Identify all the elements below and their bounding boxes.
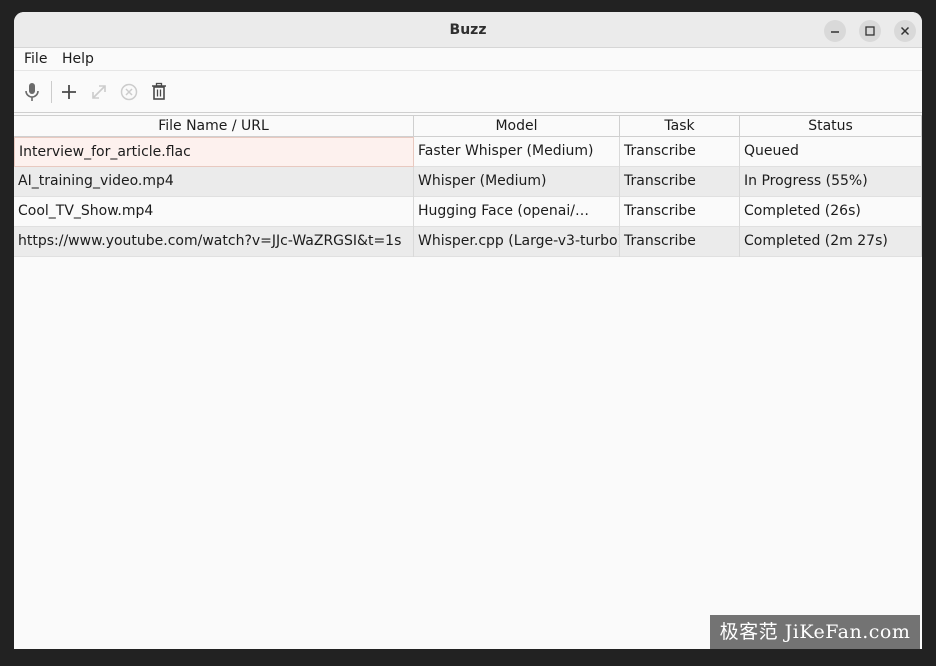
table-row[interactable]: Cool_TV_Show.mp4 Hugging Face (openai/… … [14, 197, 922, 227]
cell-model[interactable]: Hugging Face (openai/… [414, 197, 620, 227]
table-row[interactable]: https://www.youtube.com/watch?v=JJc-WaZR… [14, 227, 922, 257]
maximize-button[interactable] [859, 20, 881, 42]
minimize-button[interactable] [824, 20, 846, 42]
table-header: File Name / URL Model Task Status [14, 115, 922, 137]
add-file-button[interactable] [57, 80, 81, 104]
cell-model[interactable]: Whisper (Medium) [414, 167, 620, 197]
table-row[interactable]: AI_training_video.mp4 Whisper (Medium) T… [14, 167, 922, 197]
microphone-icon [25, 83, 39, 101]
app-window: Buzz File Help File Name / URL Model Tas… [14, 12, 922, 649]
trash-icon [152, 82, 166, 100]
menu-file[interactable]: File [24, 50, 47, 68]
minimize-icon [831, 31, 839, 33]
watermark: 极客范 JiKeFan.com [710, 615, 920, 649]
cell-file[interactable]: https://www.youtube.com/watch?v=JJc-WaZR… [14, 227, 414, 257]
menu-bar: File Help [14, 48, 922, 71]
close-button[interactable] [894, 20, 916, 42]
table-row[interactable]: Interview_for_article.flac Faster Whispe… [14, 137, 922, 167]
cancel-icon [120, 83, 138, 101]
open-transcript-button[interactable] [87, 80, 111, 104]
cell-task[interactable]: Transcribe [620, 167, 740, 197]
menu-help[interactable]: Help [62, 50, 94, 68]
delete-button[interactable] [147, 80, 171, 104]
cell-task[interactable]: Transcribe [620, 197, 740, 227]
toolbar [14, 71, 922, 113]
toolbar-separator [51, 81, 52, 103]
window-title: Buzz [449, 22, 487, 38]
transcription-table: File Name / URL Model Task Status Interv… [14, 115, 922, 257]
add-icon [62, 85, 76, 99]
cell-task[interactable]: Transcribe [620, 227, 740, 257]
column-header-file[interactable]: File Name / URL [14, 116, 414, 137]
cell-file[interactable]: Interview_for_article.flac [14, 137, 414, 167]
column-header-model[interactable]: Model [414, 116, 620, 137]
cell-status[interactable]: Completed (26s) [740, 197, 922, 227]
cell-file[interactable]: Cool_TV_Show.mp4 [14, 197, 414, 227]
close-icon [900, 26, 910, 36]
column-header-task[interactable]: Task [620, 116, 740, 137]
cell-model[interactable]: Whisper.cpp (Large-v3-turbo) [414, 227, 620, 257]
cancel-transcription-button[interactable] [117, 80, 141, 104]
maximize-icon [865, 26, 875, 36]
record-button[interactable] [20, 80, 44, 104]
column-header-status[interactable]: Status [740, 116, 922, 137]
cell-model[interactable]: Faster Whisper (Medium) [414, 137, 620, 167]
cell-file[interactable]: AI_training_video.mp4 [14, 167, 414, 197]
expand-icon [92, 85, 106, 99]
cell-status[interactable]: In Progress (55%) [740, 167, 922, 197]
cell-status[interactable]: Completed (2m 27s) [740, 227, 922, 257]
cell-status[interactable]: Queued [740, 137, 922, 167]
title-bar[interactable]: Buzz [14, 12, 922, 48]
cell-task[interactable]: Transcribe [620, 137, 740, 167]
